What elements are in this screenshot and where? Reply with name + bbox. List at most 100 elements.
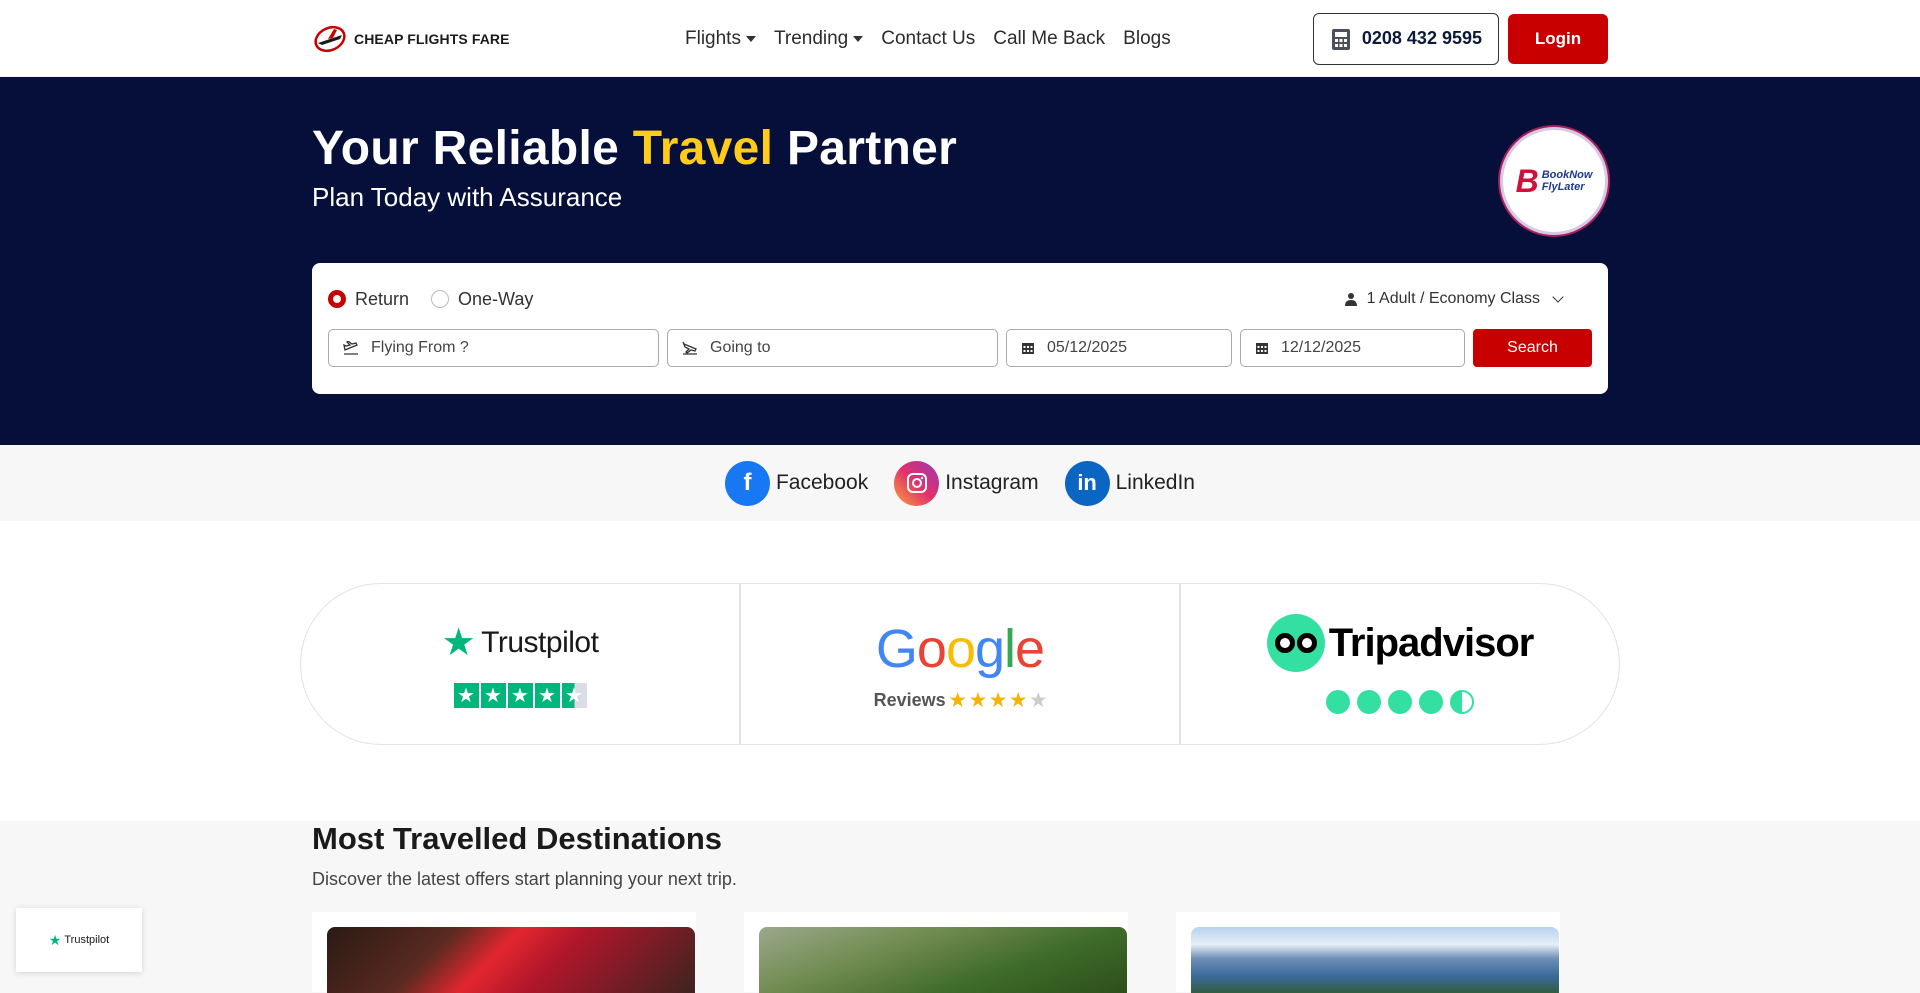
tripadvisor-rating	[1326, 690, 1474, 714]
phone-number: 0208 432 9595	[1361, 28, 1482, 48]
destination-card[interactable]	[744, 912, 1128, 993]
bnfl-line2: FlyLater	[1541, 181, 1585, 193]
destinations-section: Most Travelled Destinations Discover the…	[0, 821, 1920, 993]
chevron-down-icon	[1552, 291, 1564, 303]
half-bubble-icon	[1450, 690, 1474, 714]
trustpilot-badge-label: Trustpilot	[64, 934, 110, 946]
caret-down-icon	[853, 35, 864, 42]
trustpilot-logo: ★ Trustpilot	[442, 620, 599, 665]
linkedin-label: LinkedIn	[1115, 471, 1195, 494]
nav-flights[interactable]: Flights	[685, 28, 756, 50]
phone-button[interactable]: 0208 432 9595	[1312, 12, 1499, 65]
depart-date-input[interactable]: 05/12/2025	[1006, 329, 1232, 367]
nav-actions: 0208 432 9595 Login	[1312, 12, 1608, 65]
star-icon: ★	[453, 683, 479, 708]
tripadvisor-review-card[interactable]: Tripadvisor	[1180, 583, 1620, 745]
facebook-label: Facebook	[775, 471, 869, 494]
flying-from-input[interactable]: Flying From ?	[328, 329, 659, 367]
star-icon: ★	[534, 683, 560, 708]
trustpilot-floating-badge[interactable]: ★ Trustpilot	[16, 908, 142, 972]
search-fields-row: Flying From ? Going to 05/12/2025 12/12/…	[328, 329, 1592, 367]
linkedin-icon: in	[1064, 460, 1110, 506]
destinations-title: Most Travelled Destinations	[312, 821, 722, 856]
facebook-icon: f	[724, 460, 770, 506]
flight-search-form: Return One-Way 1 Adult / Economy Class F…	[312, 263, 1608, 394]
landing-icon	[682, 341, 697, 355]
hero-title-pre: Your Reliable	[312, 122, 633, 175]
tripadvisor-owl-icon	[1266, 614, 1325, 672]
nav-trending[interactable]: Trending	[774, 28, 864, 50]
instagram-icon	[894, 460, 940, 506]
instagram-label: Instagram	[945, 471, 1039, 494]
phone-icon	[1331, 28, 1350, 50]
trip-return-label: Return	[355, 288, 410, 309]
tripadvisor-logo: Tripadvisor	[1266, 614, 1535, 672]
main-nav: Flights Trending Contact Us Call Me Back…	[685, 28, 1171, 50]
radio-unchecked-icon	[431, 290, 450, 308]
rating-bubble-icon	[1419, 690, 1443, 714]
star-icon: ★	[1010, 689, 1027, 710]
destination-cards	[312, 912, 1608, 993]
rating-bubble-icon	[1326, 690, 1350, 714]
passenger-class-value: 1 Adult / Economy Class	[1366, 290, 1540, 307]
flying-from-placeholder: Flying From ?	[371, 339, 469, 356]
hero-title: Your Reliable Travel Partner	[312, 121, 1608, 176]
trustpilot-label: Trustpilot	[481, 625, 599, 659]
going-to-input[interactable]: Going to	[667, 329, 998, 367]
rating-bubble-icon	[1388, 690, 1412, 714]
google-review-card[interactable]: Google Reviews ★ ★ ★ ★ ★	[740, 583, 1180, 745]
search-button[interactable]: Search	[1473, 329, 1592, 367]
destination-card[interactable]	[312, 912, 696, 993]
star-icon: ★	[949, 689, 966, 710]
return-date-input[interactable]: 12/12/2025	[1240, 329, 1465, 367]
bnfl-logo-icon: B	[1515, 162, 1539, 199]
tripadvisor-label: Tripadvisor	[1328, 620, 1535, 665]
bnfl-line1: BookNow	[1541, 169, 1593, 181]
hero-title-highlight: Travel	[632, 122, 774, 175]
social-links-bar: f Facebook Instagram in LinkedIn	[0, 445, 1920, 521]
hero-subtitle: Plan Today with Assurance	[312, 182, 623, 212]
trip-return-radio[interactable]: Return	[328, 289, 409, 310]
trustpilot-star-icon: ★	[441, 622, 476, 664]
trustpilot-star-icon: ★	[48, 931, 62, 948]
google-rating: Reviews ★ ★ ★ ★ ★	[874, 690, 1047, 711]
return-date-value: 12/12/2025	[1281, 339, 1362, 356]
nav-call-me-back[interactable]: Call Me Back	[993, 28, 1105, 50]
destination-image	[1191, 927, 1559, 993]
trustpilot-review-card[interactable]: ★ Trustpilot ★ ★ ★ ★ ★	[300, 583, 740, 745]
empty-star-icon: ★	[1030, 689, 1047, 710]
radio-checked-icon	[328, 290, 346, 308]
site-logo[interactable]: CHEAP FLIGHTS FARE	[312, 21, 652, 57]
nav-contact-us[interactable]: Contact Us	[881, 28, 975, 50]
nav-flights-label: Flights	[685, 27, 741, 49]
logo-text: CHEAP FLIGHTS FARE	[354, 30, 510, 47]
nav-blogs[interactable]: Blogs	[1123, 28, 1171, 50]
trip-oneway-radio[interactable]: One-Way	[431, 289, 533, 310]
reviews-section: ★ Trustpilot ★ ★ ★ ★ ★ Google Reviews ★ …	[0, 521, 1920, 821]
destination-card[interactable]	[1176, 912, 1560, 993]
linkedin-link[interactable]: in LinkedIn	[1064, 460, 1195, 506]
star-icon: ★	[989, 689, 1007, 710]
calendar-icon	[1022, 343, 1034, 354]
rating-bubble-icon	[1357, 690, 1381, 714]
destination-image	[327, 927, 695, 993]
passenger-class-select[interactable]: 1 Adult / Economy Class	[1344, 290, 1564, 308]
facebook-link[interactable]: f Facebook	[724, 460, 869, 506]
trip-type-row: Return One-Way 1 Adult / Economy Class	[328, 279, 1592, 319]
trip-oneway-label: One-Way	[458, 288, 534, 309]
reviews-strip: ★ Trustpilot ★ ★ ★ ★ ★ Google Reviews ★ …	[300, 583, 1620, 745]
star-icon: ★	[507, 683, 533, 708]
google-logo: Google	[875, 618, 1045, 679]
star-icon: ★	[969, 689, 986, 710]
book-now-fly-later-badge[interactable]: B BookNow FlyLater	[1500, 127, 1608, 235]
top-navbar: CHEAP FLIGHTS FARE Flights Trending Cont…	[0, 0, 1920, 77]
trustpilot-rating: ★ ★ ★ ★ ★	[453, 683, 587, 708]
calendar-icon	[1256, 343, 1268, 354]
hero-section: Your Reliable Travel Partner Plan Today …	[0, 77, 1920, 445]
instagram-link[interactable]: Instagram	[894, 460, 1039, 506]
takeoff-icon	[343, 341, 358, 355]
star-icon: ★	[480, 683, 506, 708]
login-button[interactable]: Login	[1508, 13, 1608, 64]
caret-down-icon	[745, 35, 756, 42]
destination-image	[759, 927, 1127, 993]
